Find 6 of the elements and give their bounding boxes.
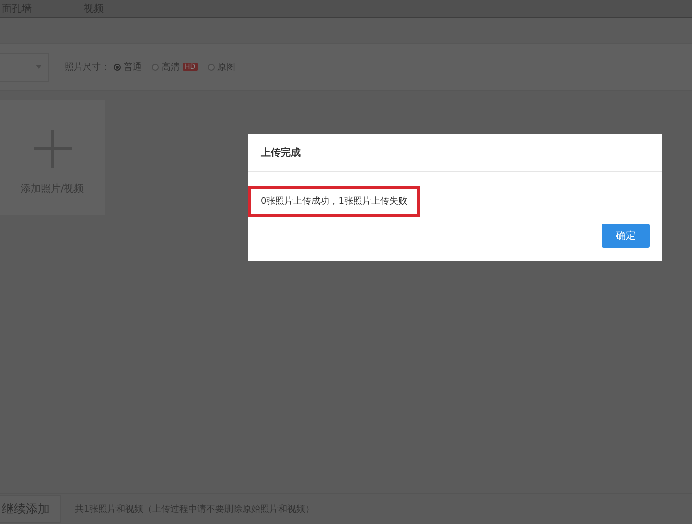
confirm-button[interactable]: 确定 — [602, 224, 650, 248]
radio-button[interactable] — [152, 64, 159, 70]
radio-button[interactable] — [208, 64, 215, 70]
radio-button[interactable] — [114, 64, 121, 70]
dialog-title: 上传完成 — [261, 146, 301, 160]
message-text: 0张照片上传成功，1张照片上传失败 — [248, 186, 420, 217]
